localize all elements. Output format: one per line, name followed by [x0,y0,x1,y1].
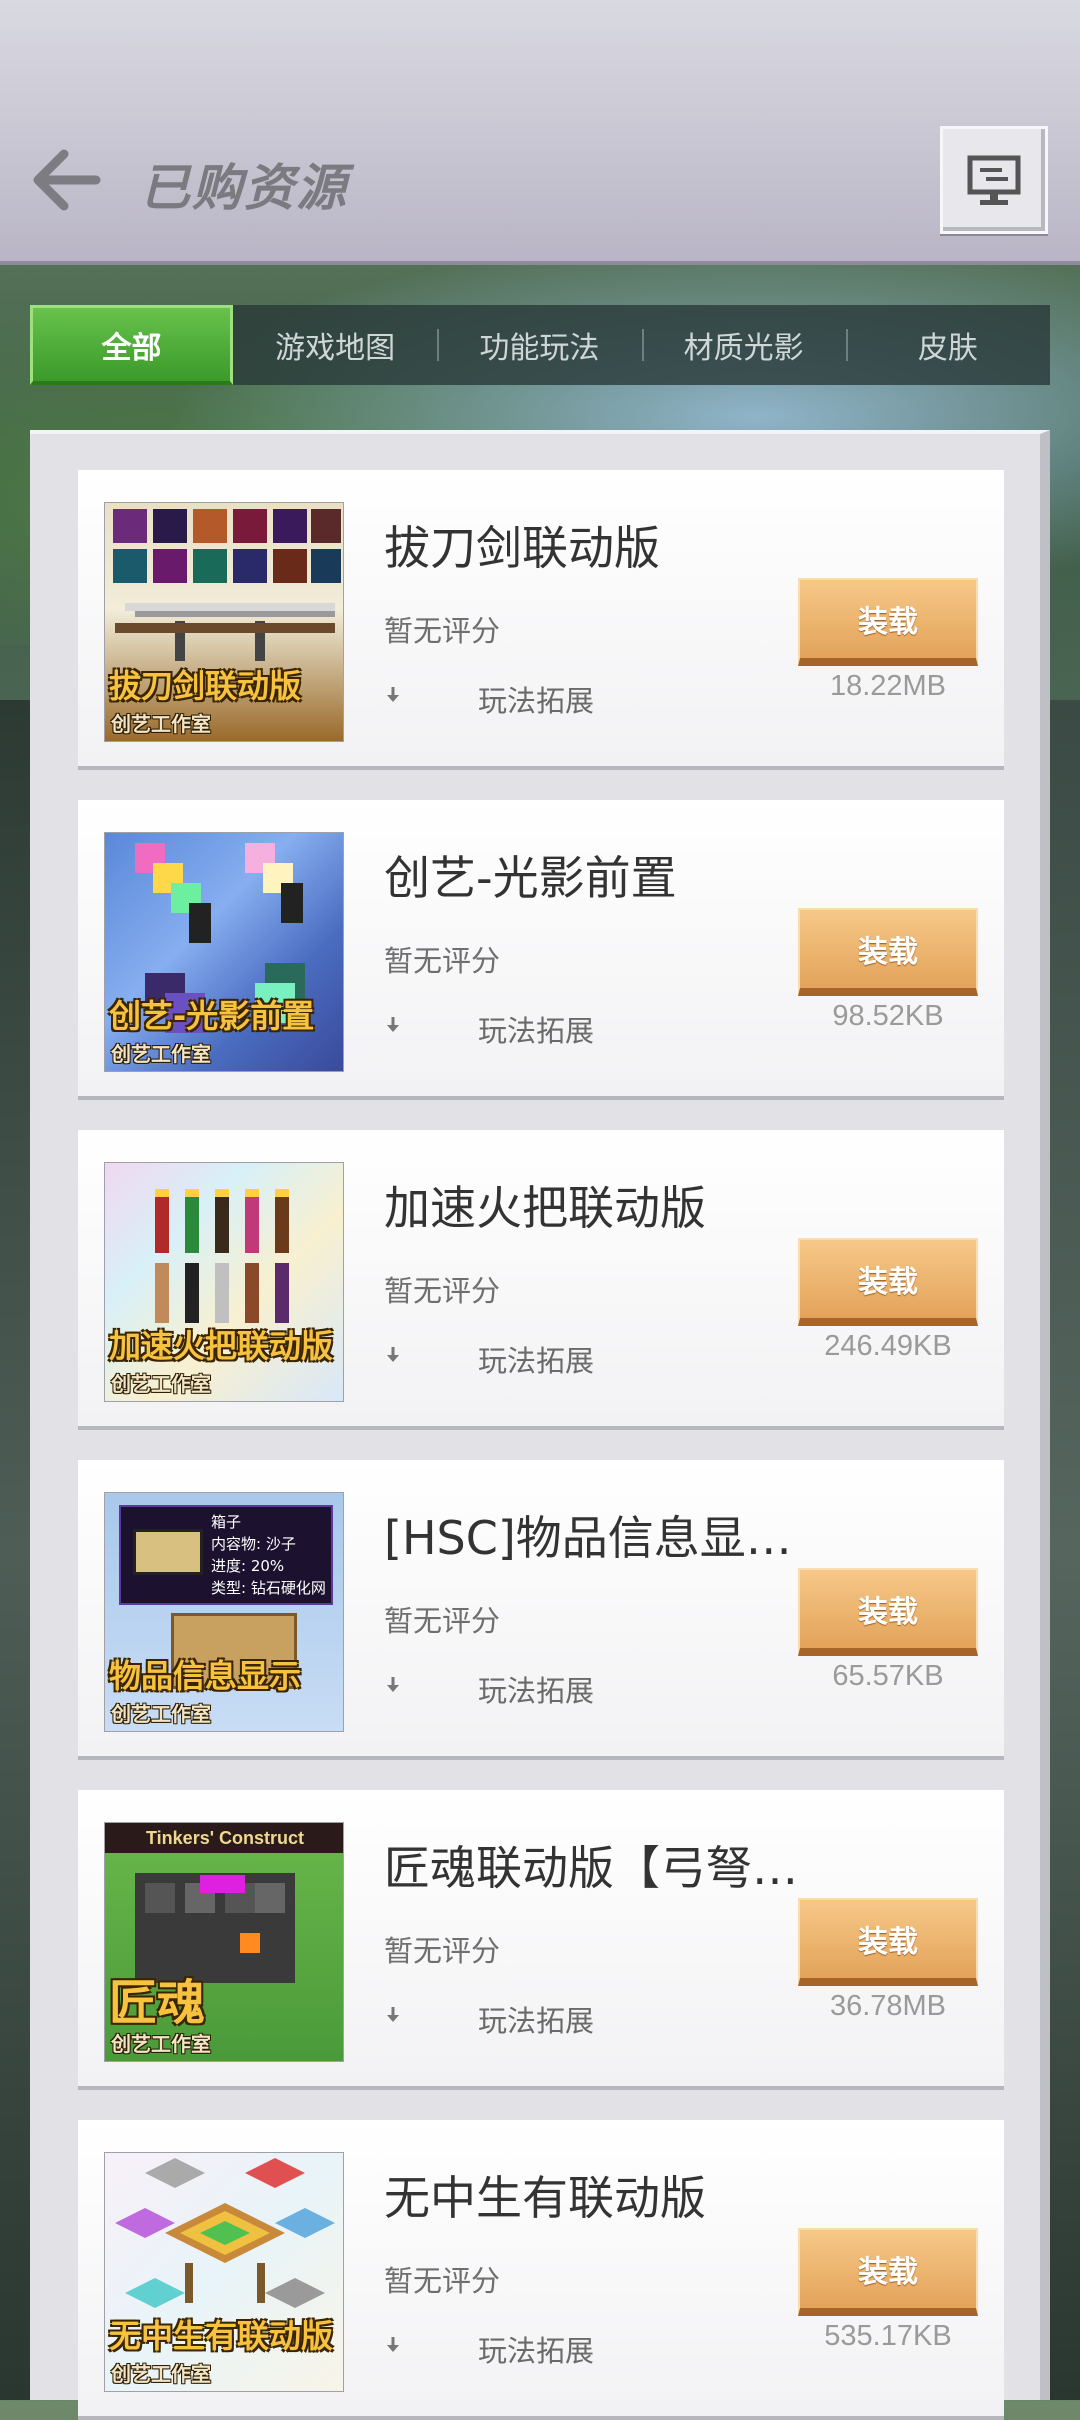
item-rating: 暂无评分 [384,1934,501,1968]
thumbnail-studio: 创艺工作室 [111,2032,211,2056]
item-title: 拔刀剑联动版 [384,521,660,575]
download-icon [387,1347,399,1362]
item-title: 匠魂联动版【弓弩… [384,1841,798,1895]
item-size: 18.22MB [829,670,947,702]
thumbnail-studio: 创艺工作室 [111,712,211,736]
thumbnail-studio: 创艺工作室 [111,1702,211,1726]
thumbnail-caption: 匠魂 [109,1975,206,2031]
tab-gameplay[interactable]: 功能玩法 [437,305,641,385]
thumbnail-caption: 物品信息显示 [109,1657,302,1695]
back-arrow-icon [33,149,101,211]
thumbnail-tooltip: 箱子 内容物: 沙子 进度: 20% 类型: 钻石硬化网 [119,1505,333,1605]
download-icon [387,1677,399,1692]
item-thumbnail: 创艺-光影前置 创艺工作室 [104,832,344,1072]
thumbnail-caption: 拔刀剑联动版 [109,667,302,705]
load-button[interactable]: 装载 [798,1898,978,1986]
item-category: 玩法拓展 [478,1344,595,1378]
item-category: 玩法拓展 [478,2004,595,2038]
load-button[interactable]: 装载 [798,1238,978,1326]
list-item[interactable]: Tinkers' Construct 匠魂 创艺工作室 匠魂联动版【弓弩… 暂无… [78,1790,1004,2090]
thumbnail-studio: 创艺工作室 [111,1042,211,1066]
item-rating: 暂无评分 [384,1274,501,1308]
download-icon [387,2337,399,2352]
page-title: 已购资源 [140,159,348,217]
list-item[interactable]: 箱子 内容物: 沙子 进度: 20% 类型: 钻石硬化网 物品信息显示 创艺工作… [78,1460,1004,1760]
item-category: 玩法拓展 [478,2334,595,2368]
thumbnail-studio: 创艺工作室 [111,1372,211,1396]
download-icon [387,687,399,702]
item-category: 玩法拓展 [478,684,595,718]
item-thumbnail: Tinkers' Construct 匠魂 创艺工作室 [104,1822,344,2062]
item-title: [HSC]物品信息显… [384,1511,792,1565]
tab-all[interactable]: 全部 [30,305,233,385]
item-thumbnail: 无中生有联动版 创艺工作室 [104,2152,344,2392]
item-size: 246.49KB [824,1330,952,1362]
item-rating: 暂无评分 [384,2264,501,2298]
thumbnail-studio: 创艺工作室 [111,2362,211,2386]
item-thumbnail: 箱子 内容物: 沙子 进度: 20% 类型: 钻石硬化网 物品信息显示 创艺工作… [104,1492,344,1732]
item-size: 98.52KB [832,1000,944,1032]
item-title: 创艺-光影前置 [384,851,677,905]
item-rating: 暂无评分 [384,944,501,978]
load-button[interactable]: 装载 [798,1568,978,1656]
tab-textures-shaders[interactable]: 材质光影 [641,305,846,385]
item-title: 无中生有联动版 [384,2171,706,2225]
item-size: 36.78MB [829,1990,947,2022]
tab-game-maps[interactable]: 游戏地图 [233,305,437,385]
thumbnail-caption: 无中生有联动版 [109,2317,334,2355]
tab-skins[interactable]: 皮肤 [845,305,1050,385]
list-item[interactable]: 拔刀剑联动版 创艺工作室 拔刀剑联动版 暂无评分 玩法拓展 装载 18.22MB [78,470,1004,770]
load-button[interactable]: 装载 [798,578,978,666]
category-tab-bar: 全部 游戏地图 功能玩法 材质光影 皮肤 [30,305,1050,385]
thumbnail-caption: 创艺-光影前置 [109,997,315,1035]
item-thumbnail: 加速火把联动版 创艺工作室 [104,1162,344,1402]
item-category: 玩法拓展 [478,1674,595,1708]
load-button[interactable]: 装载 [798,2228,978,2316]
thumbnail-caption: 加速火把联动版 [109,1327,334,1365]
item-thumbnail: 拔刀剑联动版 创艺工作室 [104,502,344,742]
item-size: 535.17KB [824,2320,952,2352]
back-button[interactable] [30,148,102,212]
item-size: 65.57KB [832,1660,944,1692]
item-rating: 暂无评分 [384,614,501,648]
switch-device-button[interactable] [940,126,1048,234]
header-bar: 已购资源 [0,0,1080,265]
resource-list: 拔刀剑联动版 创艺工作室 拔刀剑联动版 暂无评分 玩法拓展 装载 18.22MB… [30,430,1050,2420]
background-right-edge [1050,700,1080,2400]
download-icon [387,1017,399,1032]
item-rating: 暂无评分 [384,1604,501,1638]
item-title: 加速火把联动版 [384,1181,706,1235]
monitor-icon [967,155,1021,205]
item-category: 玩法拓展 [478,1014,595,1048]
list-item[interactable]: 加速火把联动版 创艺工作室 加速火把联动版 暂无评分 玩法拓展 装载 246.4… [78,1130,1004,1430]
list-item[interactable]: 创艺-光影前置 创艺工作室 创艺-光影前置 暂无评分 玩法拓展 装载 98.52… [78,800,1004,1100]
download-icon [387,2007,399,2022]
load-button[interactable]: 装载 [798,908,978,996]
list-item[interactable]: 无中生有联动版 创艺工作室 无中生有联动版 暂无评分 玩法拓展 装载 535.1… [78,2120,1004,2420]
